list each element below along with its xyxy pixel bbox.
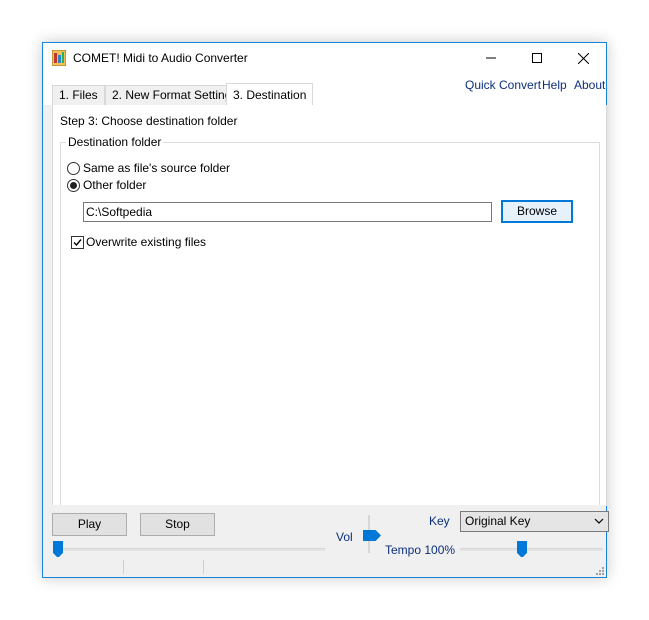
- close-icon: [577, 52, 589, 64]
- group-label: Destination folder: [66, 135, 164, 149]
- browse-button[interactable]: Browse: [501, 200, 573, 223]
- vol-label: Vol: [336, 530, 353, 544]
- play-button[interactable]: Play: [52, 513, 127, 536]
- volume-slider-thumb[interactable]: [363, 530, 381, 541]
- about-link[interactable]: About: [574, 78, 605, 92]
- help-link[interactable]: Help: [542, 78, 567, 92]
- status-divider: [123, 560, 124, 574]
- tab-destination[interactable]: 3. Destination: [226, 83, 314, 106]
- maximize-button[interactable]: [514, 43, 560, 73]
- status-divider: [203, 560, 204, 574]
- checkmark-icon: [73, 239, 82, 247]
- tab-new-format-settings[interactable]: 2. New Format Settings: [105, 85, 245, 105]
- overwrite-label[interactable]: Overwrite existing files: [86, 235, 206, 249]
- destination-path-input[interactable]: C:\Softpedia: [83, 202, 492, 222]
- destination-panel: Step 3: Choose destination folder Destin…: [52, 105, 607, 506]
- app-window: COMET! Midi to Audio Converter 1. Files …: [42, 42, 609, 578]
- same-folder-radio[interactable]: [67, 162, 80, 175]
- overwrite-checkbox[interactable]: [71, 236, 84, 249]
- key-label: Key: [429, 514, 450, 528]
- key-select-value: Original Key: [465, 514, 531, 528]
- maximize-icon: [532, 53, 542, 63]
- quick-convert-link[interactable]: Quick Convert: [465, 78, 541, 92]
- stop-button[interactable]: Stop: [140, 513, 215, 536]
- key-select[interactable]: Original Key: [460, 511, 609, 532]
- same-folder-label[interactable]: Same as file's source folder: [83, 161, 230, 175]
- destination-folder-group: Destination folder Same as file's source…: [60, 135, 600, 505]
- position-slider-track: [55, 548, 325, 551]
- step-title: Step 3: Choose destination folder: [60, 114, 238, 128]
- resize-grip-icon[interactable]: [594, 565, 604, 575]
- tempo-slider-thumb[interactable]: [517, 541, 527, 558]
- minimize-icon: [486, 57, 496, 59]
- tempo-label: Tempo 100%: [385, 543, 456, 557]
- chevron-down-icon: [594, 512, 604, 537]
- close-button[interactable]: [560, 43, 606, 73]
- status-bar: [43, 557, 606, 577]
- other-folder-label[interactable]: Other folder: [83, 178, 146, 192]
- tab-files[interactable]: 1. Files: [52, 85, 105, 105]
- minimize-button[interactable]: [468, 43, 514, 73]
- other-folder-radio[interactable]: [67, 179, 80, 192]
- title-bar[interactable]: COMET! Midi to Audio Converter: [43, 43, 606, 73]
- tempo-slider-track: [460, 548, 603, 551]
- window-title: COMET! Midi to Audio Converter: [73, 51, 248, 65]
- position-slider-thumb[interactable]: [53, 541, 63, 558]
- app-icon: [51, 49, 67, 67]
